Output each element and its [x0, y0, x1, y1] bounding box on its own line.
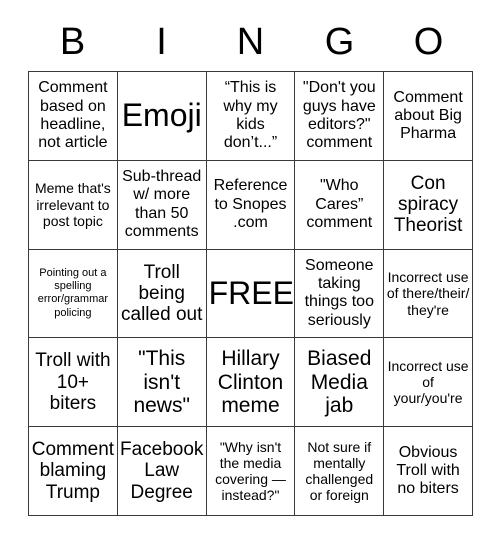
bingo-cell[interactable]: Sub-thread w/ more than 50 comments: [117, 160, 207, 250]
bingo-cell-label: "This isn't news": [133, 347, 190, 418]
bingo-cell-label: Sub-thread w/ more than 50 comments: [122, 168, 202, 240]
bingo-cell[interactable]: Emoji: [117, 72, 207, 161]
bingo-cell-label: "Don't you guys have editors?" comment: [302, 79, 376, 152]
bingo-cell[interactable]: Facebook Law Degree: [117, 427, 207, 516]
bingo-cell-free[interactable]: FREE: [206, 249, 296, 339]
bingo-cell[interactable]: Hillary Clinton meme: [206, 338, 296, 428]
bingo-cell-label: Troll being called out: [121, 261, 203, 326]
bingo-cell-label: Not sure if mentally challenged or forei…: [305, 438, 374, 504]
bingo-cell[interactable]: “This is why my kids don’t...”: [206, 72, 296, 161]
bingo-cell[interactable]: Not sure if mentally challenged or forei…: [295, 427, 385, 516]
bingo-cell[interactable]: Pointing out a spelling error/grammar po…: [29, 249, 118, 339]
bingo-cell[interactable]: Con spiracy Theorist: [384, 160, 473, 250]
bingo-cell[interactable]: Comment blaming Trump: [29, 427, 118, 516]
bingo-cell[interactable]: "This isn't news": [117, 338, 207, 428]
bingo-cell[interactable]: Reference to Snopes .com: [206, 160, 296, 250]
bingo-cell-label: “This is why my kids don’t...”: [223, 79, 278, 152]
header-letter-n: N: [236, 21, 265, 63]
bingo-cell[interactable]: Obvious Troll with no biters: [384, 427, 473, 516]
bingo-cell-label: Incorrect use of there/their/ they're: [386, 269, 470, 318]
bingo-cell[interactable]: Comment about Big Pharma: [384, 72, 473, 161]
bingo-cell[interactable]: Someone taking things too seriously: [295, 249, 385, 339]
bingo-cell[interactable]: "Who Cares” comment: [295, 160, 385, 250]
bingo-cell-label: Hillary Clinton meme: [217, 347, 284, 418]
header-letter-b: B: [59, 21, 86, 63]
header-letter-g: G: [324, 21, 355, 63]
header-letter-o: O: [413, 21, 444, 63]
bingo-cell-label: Meme that's irrelevant to post topic: [34, 180, 111, 229]
bingo-cell[interactable]: Comment based on headline, not article: [29, 72, 118, 161]
bingo-cell[interactable]: Troll being called out: [117, 249, 207, 339]
bingo-cell-label: Incorrect use of your/you're: [387, 357, 469, 407]
bingo-header: B I N G O: [28, 16, 473, 68]
bingo-cell-label: Troll with 10+ biters: [35, 350, 111, 414]
bingo-free-label: FREE: [208, 274, 294, 311]
bingo-cell[interactable]: Biased Media jab: [295, 338, 385, 428]
bingo-cell[interactable]: "Why isn't the media covering — instead?…: [206, 427, 296, 516]
bingo-cell-label: Con spiracy Theorist: [393, 172, 463, 237]
bingo-cell[interactable]: Troll with 10+ biters: [29, 338, 118, 428]
bingo-cell-label: Obvious Troll with no biters: [396, 443, 460, 498]
bingo-cell[interactable]: Meme that's irrelevant to post topic: [29, 160, 118, 250]
bingo-cell[interactable]: Incorrect use of your/you're: [384, 338, 473, 428]
bingo-cell-label: Comment based on headline, not article: [38, 79, 108, 152]
bingo-cell[interactable]: "Don't you guys have editors?" comment: [295, 72, 385, 161]
bingo-cell[interactable]: Incorrect use of there/their/ they're: [384, 249, 473, 339]
bingo-cell-label: Biased Media jab: [307, 347, 372, 418]
header-letter-i: I: [156, 21, 167, 63]
bingo-cell-label: Facebook Law Degree: [119, 439, 204, 503]
bingo-card: B I N G O Comment based on headline, not…: [0, 0, 500, 544]
bingo-cell-label: Someone taking things too seriously: [304, 257, 374, 329]
bingo-grid: Comment based on headline, not article E…: [28, 71, 473, 516]
bingo-cell-label: "Why isn't the media covering — instead?…: [215, 438, 286, 504]
bingo-cell-label: Pointing out a spelling error/grammar po…: [37, 266, 109, 319]
bingo-cell-label: Emoji: [121, 97, 202, 134]
bingo-cell-label: Comment about Big Pharma: [393, 88, 463, 143]
bingo-cell-label: "Who Cares” comment: [306, 177, 373, 231]
bingo-cell-label: Reference to Snopes .com: [213, 177, 288, 231]
bingo-cell-label: Comment blaming Trump: [31, 439, 115, 503]
